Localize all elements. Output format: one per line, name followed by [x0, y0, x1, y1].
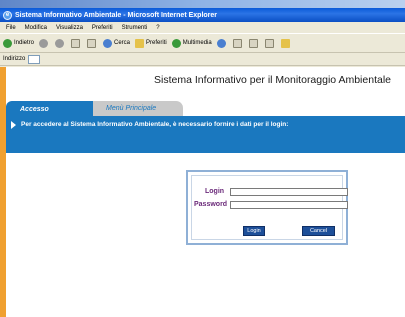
back-button[interactable]: Indietro [3, 38, 35, 48]
login-label: Login [205, 188, 225, 195]
cancel-button[interactable]: Cancel [302, 226, 335, 236]
refresh-icon [71, 38, 81, 48]
menu-file[interactable]: File [6, 25, 16, 31]
edit-icon [264, 38, 274, 48]
address-bar: Indirizzo [0, 53, 405, 66]
home-button[interactable] [87, 38, 98, 48]
login-input[interactable] [230, 188, 348, 196]
stop-icon [55, 38, 65, 48]
mail-icon [232, 38, 242, 48]
edit-button[interactable] [264, 38, 276, 48]
login-form-inner: Login Password Login Cancel [191, 175, 348, 240]
back-arrow-icon [3, 38, 12, 48]
title-bar[interactable]: e Sistema Informativo Ambientale - Micro… [0, 8, 405, 22]
history-button[interactable] [216, 38, 228, 48]
messenger-icon [280, 38, 290, 48]
history-icon [216, 38, 226, 48]
instruction-banner: Per accedere al Sistema Informativo Ambi… [6, 116, 405, 153]
home-icon [87, 38, 97, 48]
password-label: Password [194, 201, 228, 208]
back-label: Indietro [14, 40, 35, 46]
password-input[interactable] [230, 201, 348, 209]
login-instruction-text: Per accedere al Sistema Informativo Ambi… [21, 121, 289, 128]
mail-button[interactable] [232, 38, 244, 48]
menu-strumenti[interactable]: Strumenti [122, 25, 148, 31]
messenger-button[interactable] [280, 38, 292, 48]
favorites-label: Preferiti [146, 40, 167, 46]
page-title: Sistema Informativo per il Monitoraggio … [154, 74, 391, 86]
ie-logo-icon: e [3, 10, 12, 20]
tab-menu-principale[interactable]: Menù Principale [93, 101, 183, 116]
multimedia-label: Multimedia [182, 40, 212, 46]
print-button[interactable] [248, 38, 260, 48]
login-button[interactable]: Login [243, 226, 265, 236]
favorites-button[interactable]: Preferiti [135, 38, 167, 48]
tab-accesso[interactable]: Accesso [6, 101, 94, 116]
refresh-button[interactable] [71, 38, 82, 48]
window-title: Sistema Informativo Ambientale - Microso… [15, 11, 218, 19]
multimedia-button[interactable]: Multimedia [171, 38, 212, 48]
favorites-star-icon [135, 38, 145, 48]
left-edge-strip [0, 67, 6, 317]
address-input[interactable] [28, 54, 41, 64]
browser-window: e Sistema Informativo Ambientale - Micro… [0, 8, 405, 317]
triangle-arrow-icon [11, 121, 16, 129]
forward-arrow-icon [39, 38, 49, 48]
toolbar: Indietro Cerca Preferiti Multimedia [0, 33, 405, 53]
multimedia-icon [171, 38, 181, 48]
forward-button[interactable] [39, 38, 50, 48]
page-content: Sistema Informativo per il Monitoraggio … [0, 67, 405, 317]
stop-button[interactable] [55, 38, 66, 48]
search-icon [103, 38, 113, 48]
address-label: Indirizzo [3, 56, 26, 62]
menu-modifica[interactable]: Modifica [25, 25, 47, 31]
menu-preferiti[interactable]: Preferiti [92, 25, 113, 31]
menu-visualizza[interactable]: Visualizza [56, 25, 83, 31]
menu-bar: File Modifica Visualizza Preferiti Strum… [0, 22, 405, 33]
menu-help[interactable]: ? [156, 25, 159, 31]
login-form: Login Password Login Cancel [186, 170, 348, 245]
search-label: Cerca [114, 40, 131, 46]
search-button[interactable]: Cerca [103, 38, 131, 48]
print-icon [248, 38, 258, 48]
